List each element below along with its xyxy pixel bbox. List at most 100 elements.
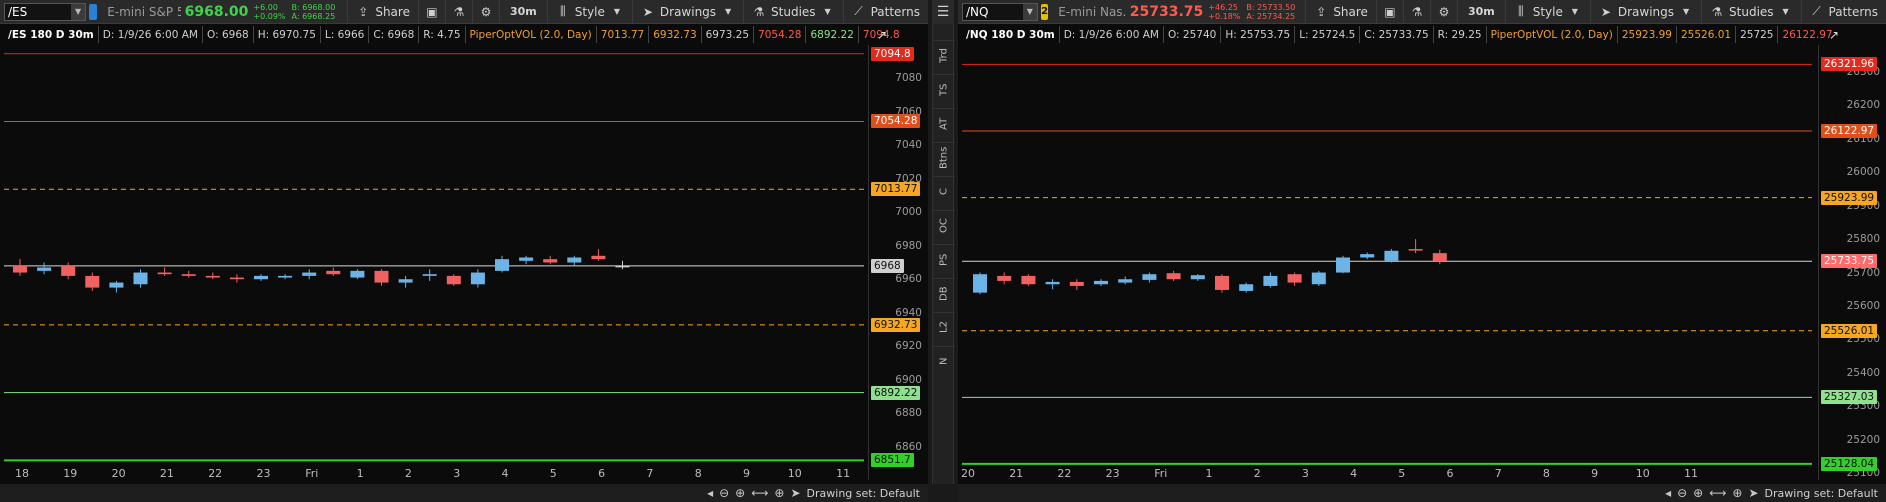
bar-low: L: 6966 [321,26,370,43]
snapshot-button[interactable]: ▣ [1375,0,1403,24]
chart-toolbar: /ES ▼ E-mini S&P 5... 6968.00 +6.00 +0.0… [0,0,928,24]
style-label: Style [1532,4,1563,19]
side-tab-db[interactable]: DB [933,278,955,308]
side-tab-l2[interactable]: L2 [933,312,955,342]
patterns-button[interactable]: ⟋ Patterns [842,0,928,24]
flask-icon: ⚗ [453,4,465,19]
candle-body [1118,279,1133,283]
style-label: Style [574,4,605,19]
candle-body [13,265,27,273]
scroll-left-icon[interactable]: ◂ [1665,486,1671,500]
timeframe-button[interactable]: 30m [1456,0,1505,24]
share-button[interactable]: ⇪ Share [1305,0,1376,24]
side-tab-c[interactable]: C [933,176,955,206]
side-tab-trd[interactable]: Trd [933,40,955,70]
settings-button[interactable]: ⚙ [471,0,499,24]
share-label: Share [375,4,410,19]
candle-body [157,272,172,275]
price-tag: 25327.03 [1821,390,1878,405]
candle-body [519,257,534,261]
study-value-2: 25526.01 [1677,26,1737,43]
price-plot[interactable] [4,45,864,480]
candle-body [422,274,437,276]
candle-body [1142,274,1157,280]
crosshair-icon[interactable]: ⊕ [1732,486,1742,500]
studies-button[interactable]: ⚗ Studies ▼ [1701,0,1801,24]
chevron-down-icon: ▼ [1571,7,1578,16]
study-name[interactable]: PiperOptVOL (2.0, Day) [1487,26,1618,43]
trend-icon[interactable]: ↗ [872,26,892,44]
axis-tick-label: 6900 [895,373,922,386]
cursor-icon[interactable]: ➤ [1748,486,1758,500]
zoom-in-icon[interactable]: ⊕ [1693,486,1703,500]
pattern-icon: ⟋ [854,4,863,18]
candle-body [973,274,987,293]
side-tab-btns[interactable]: Btns [933,142,955,172]
bar-close: C: 25733.75 [1360,26,1434,43]
zoom-out-icon[interactable]: ⊖ [719,486,729,500]
candle-body [1021,275,1036,285]
chart-panel-nq: /NQ ▼ 2 E-mini Nas... 25733.75 +46.25 +0… [958,0,1886,502]
camera-icon: ▣ [426,4,438,19]
symbol-input[interactable]: /ES ▼ [4,2,87,21]
axis-tick-label: 25600 [1846,300,1880,312]
ask-value: A: 6968.25 [291,11,336,21]
symbol-dropdown-icon[interactable]: ▼ [1022,3,1037,20]
flask-button[interactable]: ⚗ [444,0,472,24]
style-button[interactable]: ⫼ Style ▼ [546,0,632,24]
expand-icon[interactable]: ⟷ [1709,486,1726,500]
cursor-icon[interactable]: ➤ [790,486,800,500]
side-tab-at[interactable]: AT [933,108,955,138]
flask-icon: ⚗ [1711,4,1723,19]
price-axis[interactable]: 7080 7060 7040 7020 7000 6980 6960 6940 6920 6900… [868,45,928,480]
link-group-badge[interactable] [89,3,98,20]
side-tab-ts[interactable]: TS [933,74,955,104]
zoom-in-icon[interactable]: ⊕ [735,486,745,500]
symbol-dropdown-icon[interactable]: ▼ [71,3,86,20]
price-axis[interactable]: 26300 26200 26100 26000 25900 25800 25700 25600… [1818,45,1886,480]
candle-body [1263,275,1278,286]
crosshair-icon[interactable]: ⊕ [774,486,784,500]
symbol-input[interactable]: /NQ ▼ [962,2,1038,21]
candle-body [591,255,606,260]
studies-button[interactable]: ⚗ Studies ▼ [743,0,843,24]
bar-close: C: 6968 [369,26,420,43]
candle-body [567,257,582,263]
timeframe-button[interactable]: 30m [498,0,547,24]
candle-body [374,270,389,283]
time-tick-label: 11 [1684,467,1698,480]
snapshot-button[interactable]: ▣ [417,0,445,24]
candle-body [543,259,558,263]
time-tick-label: 8 [1542,467,1550,480]
candle-body [398,279,413,283]
settings-button[interactable]: ⚙ [1429,0,1457,24]
drawing-set-label[interactable]: Drawing set: Default [1765,487,1878,500]
net-change: +46.25 +0.18% [1208,3,1240,21]
axis-tick-label: 6860 [895,440,922,453]
study-name[interactable]: PiperOptVOL (2.0, Day) [466,26,597,43]
trend-icon[interactable]: ↗ [1824,26,1844,44]
side-tab-oc[interactable]: OC [933,210,955,240]
candle-body [278,275,293,278]
symbol-description: E-mini Nas... [1058,4,1125,19]
candle-body [205,275,220,278]
link-group-badge[interactable]: 2 [1040,3,1049,20]
drawings-button[interactable]: ➤ Drawings ▼ [631,0,743,24]
cursor-icon: ➤ [1600,4,1611,19]
drawing-set-label[interactable]: Drawing set: Default [807,487,920,500]
flask-button[interactable]: ⚗ [1402,0,1430,24]
drawings-button[interactable]: ➤ Drawings ▼ [1589,0,1701,24]
menu-icon[interactable]: ☰ [932,0,954,24]
side-tab-ps[interactable]: PS [933,244,955,274]
style-button[interactable]: ⫼ Style ▼ [1504,0,1590,24]
scroll-left-icon[interactable]: ◂ [707,486,713,500]
expand-icon[interactable]: ⟷ [751,486,768,500]
time-tick-label: 2 [1253,467,1261,480]
patterns-button[interactable]: ⟋ Patterns [1800,0,1886,24]
price-plot[interactable] [962,45,1812,480]
side-tab-n[interactable]: N [933,346,955,376]
bar-date: D: 1/9/26 6:00 AM [99,26,203,43]
share-button[interactable]: ⇪ Share [347,0,418,24]
study-value-4: 7054.28 [754,26,807,43]
zoom-out-icon[interactable]: ⊖ [1677,486,1687,500]
